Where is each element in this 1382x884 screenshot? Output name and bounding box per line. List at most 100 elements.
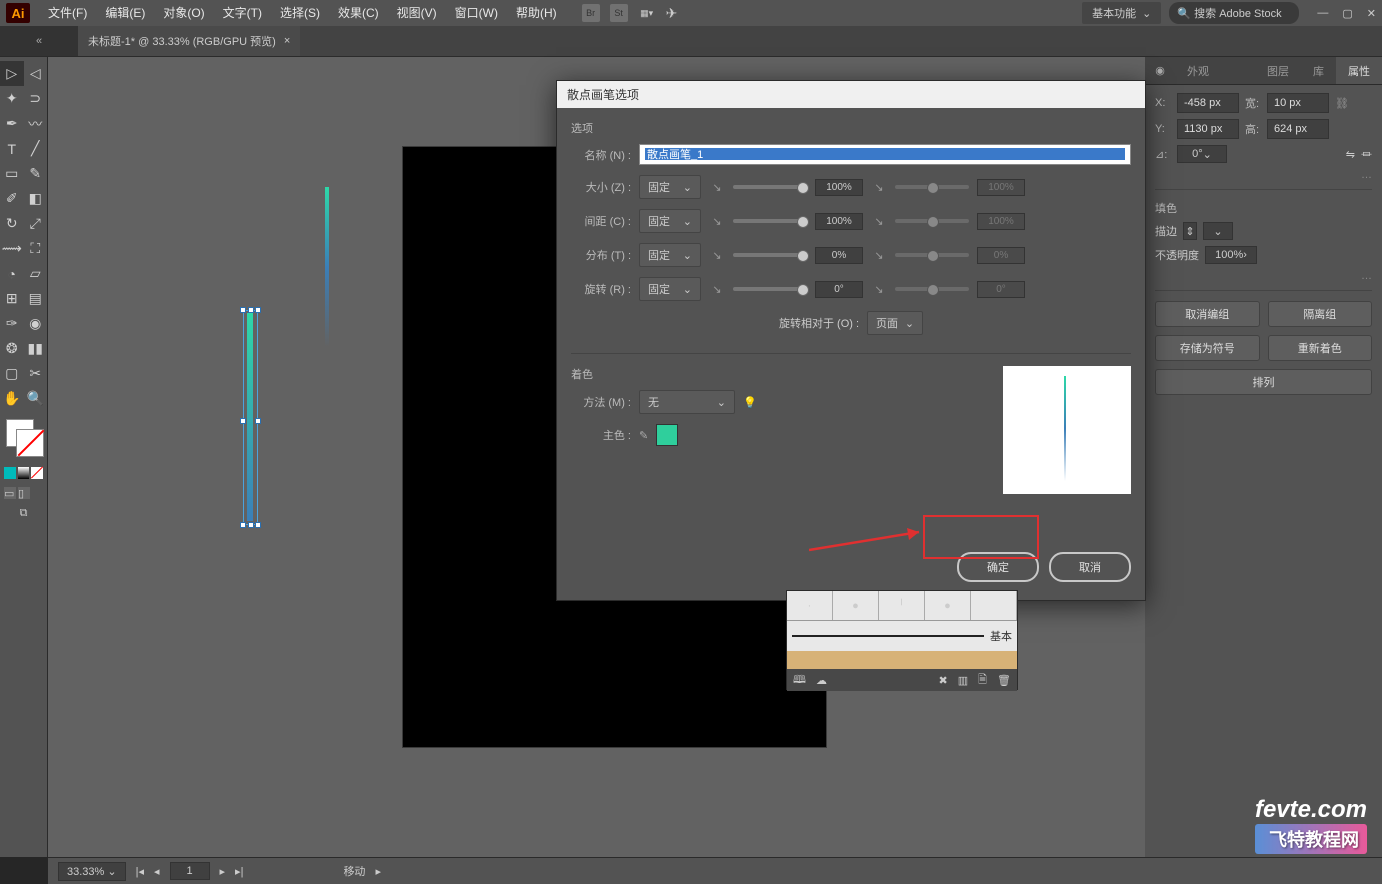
more-options-icon-2[interactable]: … [1155, 270, 1372, 282]
size-slider-1[interactable] [733, 185, 807, 189]
rectangle-tool[interactable]: ▭ [0, 161, 24, 186]
eyedropper-icon[interactable]: ✎ [639, 429, 648, 442]
menu-type[interactable]: 文字(T) [215, 0, 270, 26]
tab-libraries[interactable]: 库 [1301, 57, 1336, 84]
menu-select[interactable]: 选择(S) [272, 0, 328, 26]
tab-layers[interactable]: 图层 [1255, 57, 1301, 84]
perspective-tool[interactable]: ▱ [24, 261, 48, 286]
size-value-1[interactable]: 100% [815, 179, 863, 196]
method-select[interactable]: 无⌄ [639, 390, 735, 414]
arrange-button[interactable]: 排列 [1155, 369, 1372, 395]
curvature-tool[interactable]: 〰 [24, 111, 48, 136]
flip-h-icon[interactable]: ⇋ [1346, 148, 1355, 161]
slice-tool[interactable]: ✂ [24, 361, 48, 386]
workspace-switcher[interactable]: 基本功能⌄ [1082, 2, 1161, 24]
brush-pattern-row[interactable] [787, 651, 1017, 669]
close-tab-icon[interactable]: × [284, 35, 290, 47]
bridge-icon[interactable]: Br [582, 4, 600, 22]
opacity-input[interactable]: 100% › [1205, 246, 1257, 264]
spacing-mode-select[interactable]: 固定⌄ [639, 209, 701, 233]
menu-edit[interactable]: 编辑(E) [97, 0, 153, 26]
keycolor-swatch[interactable] [656, 424, 678, 446]
menu-effect[interactable]: 效果(C) [330, 0, 387, 26]
angle-input[interactable]: 0° ⌄ [1177, 145, 1227, 163]
brush-basic-row[interactable]: 基本 [787, 621, 1017, 651]
libraries-icon[interactable]: ☁ [816, 674, 827, 687]
search-input[interactable]: 🔍 搜索 Adobe Stock [1169, 2, 1299, 24]
w-input[interactable] [1267, 93, 1329, 113]
more-options-icon[interactable]: … [1155, 169, 1372, 181]
screen-mode-icons[interactable]: ▭▯ [0, 485, 47, 501]
brush-thumb-1[interactable]: · [787, 591, 833, 620]
gradient-tool[interactable]: ▤ [24, 286, 48, 311]
menu-object[interactable]: 对象(O) [155, 0, 212, 26]
close-button[interactable]: ✕ [1367, 7, 1376, 20]
arrange-docs-icon[interactable]: ▦▾ [638, 4, 656, 22]
nav-last-icon[interactable]: ▸| [235, 865, 243, 878]
menu-window[interactable]: 窗口(W) [447, 0, 506, 26]
free-transform-tool[interactable]: ⛶ [24, 236, 48, 261]
zoom-level[interactable]: 33.33% ⌄ [58, 862, 126, 881]
selection-tool[interactable]: ▷ [0, 61, 24, 86]
spacing-value-1[interactable]: 100% [815, 213, 863, 230]
brush-thumb-3[interactable]: ╵ [879, 591, 925, 620]
color-mode-swatches[interactable] [0, 465, 47, 481]
fill-stroke-colors[interactable] [4, 417, 43, 459]
scatter-value-1[interactable]: 0% [815, 247, 863, 264]
brush-thumb-5[interactable] [971, 591, 1017, 620]
x-input[interactable] [1177, 93, 1239, 113]
h-input[interactable] [1267, 119, 1329, 139]
options-of-selected-icon[interactable]: ▥ [958, 674, 968, 687]
y-input[interactable] [1177, 119, 1239, 139]
tips-icon[interactable]: 💡 [743, 396, 757, 409]
graph-tool[interactable]: ▮▮ [24, 336, 48, 361]
rotation-mode-select[interactable]: 固定⌄ [639, 277, 701, 301]
artboard-number[interactable]: 1 [170, 862, 210, 880]
tab-appearance[interactable]: 外观 [1175, 57, 1221, 84]
scatter-slider-1[interactable] [733, 253, 807, 257]
brush-libraries-icon[interactable]: 🕮 [793, 671, 806, 690]
document-tab[interactable]: 未标题-1* @ 33.33% (RGB/GPU 预览) × [78, 26, 300, 56]
new-brush-icon[interactable]: 🗎 [978, 671, 987, 690]
paintbrush-tool[interactable]: ✎ [24, 161, 48, 186]
cancel-button[interactable]: 取消 [1049, 552, 1131, 582]
rotation-link-left-icon[interactable]: ↘ [709, 283, 725, 296]
eraser-tool[interactable]: ◧ [24, 186, 48, 211]
brush-thumb-4[interactable]: ● [925, 591, 971, 620]
rotation-link-right-icon[interactable]: ↘ [871, 283, 887, 296]
spacing-slider-1[interactable] [733, 219, 807, 223]
tabbar-home-icon[interactable]: « [0, 26, 78, 56]
blend-tool[interactable]: ◉ [24, 311, 48, 336]
saveassymbol-button[interactable]: 存储为符号 [1155, 335, 1260, 361]
ungroup-button[interactable]: 取消编组 [1155, 301, 1260, 327]
rotation-slider-1[interactable] [733, 287, 807, 291]
symbol-sprayer-tool[interactable]: ❂ [0, 336, 24, 361]
minimize-button[interactable]: ― [1317, 7, 1328, 20]
spacing-link-left-icon[interactable]: ↘ [709, 215, 725, 228]
stroke-weight[interactable]: ⌄ [1203, 222, 1233, 240]
rotate-tool[interactable]: ↻ [0, 211, 24, 236]
flip-v-icon[interactable]: ⏛ [1361, 146, 1372, 162]
nav-prev-icon[interactable]: ◂ [154, 865, 160, 878]
direct-selection-tool[interactable]: ◁ [24, 61, 48, 86]
magic-wand-tool[interactable]: ✦ [0, 86, 24, 111]
scale-tool[interactable]: ⤢ [24, 211, 48, 236]
delete-brush-icon[interactable]: 🗑 [997, 674, 1011, 687]
shaper-tool[interactable]: ✐ [0, 186, 24, 211]
type-tool[interactable]: T [0, 136, 24, 161]
menu-view[interactable]: 视图(V) [389, 0, 445, 26]
scatter-mode-select[interactable]: 固定⌄ [639, 243, 701, 267]
nav-next-icon[interactable]: ▸ [220, 865, 226, 878]
stroke-stepper[interactable]: ⇕ [1183, 222, 1197, 240]
stock-icon[interactable]: St [610, 4, 628, 22]
hand-tool[interactable]: ✋ [0, 386, 24, 411]
tool-dropdown-icon[interactable]: ▸ [375, 865, 381, 878]
size-link-right-icon[interactable]: ↘ [871, 181, 887, 194]
isolate-button[interactable]: 隔离组 [1268, 301, 1373, 327]
width-tool[interactable]: ⟿ [0, 236, 24, 261]
mesh-tool[interactable]: ⊞ [0, 286, 24, 311]
name-input[interactable] [639, 144, 1131, 165]
link-wh-icon[interactable]: ⛓ [1335, 97, 1349, 110]
scatter-link-left-icon[interactable]: ↘ [709, 249, 725, 262]
rotation-value-1[interactable]: 0° [815, 281, 863, 298]
